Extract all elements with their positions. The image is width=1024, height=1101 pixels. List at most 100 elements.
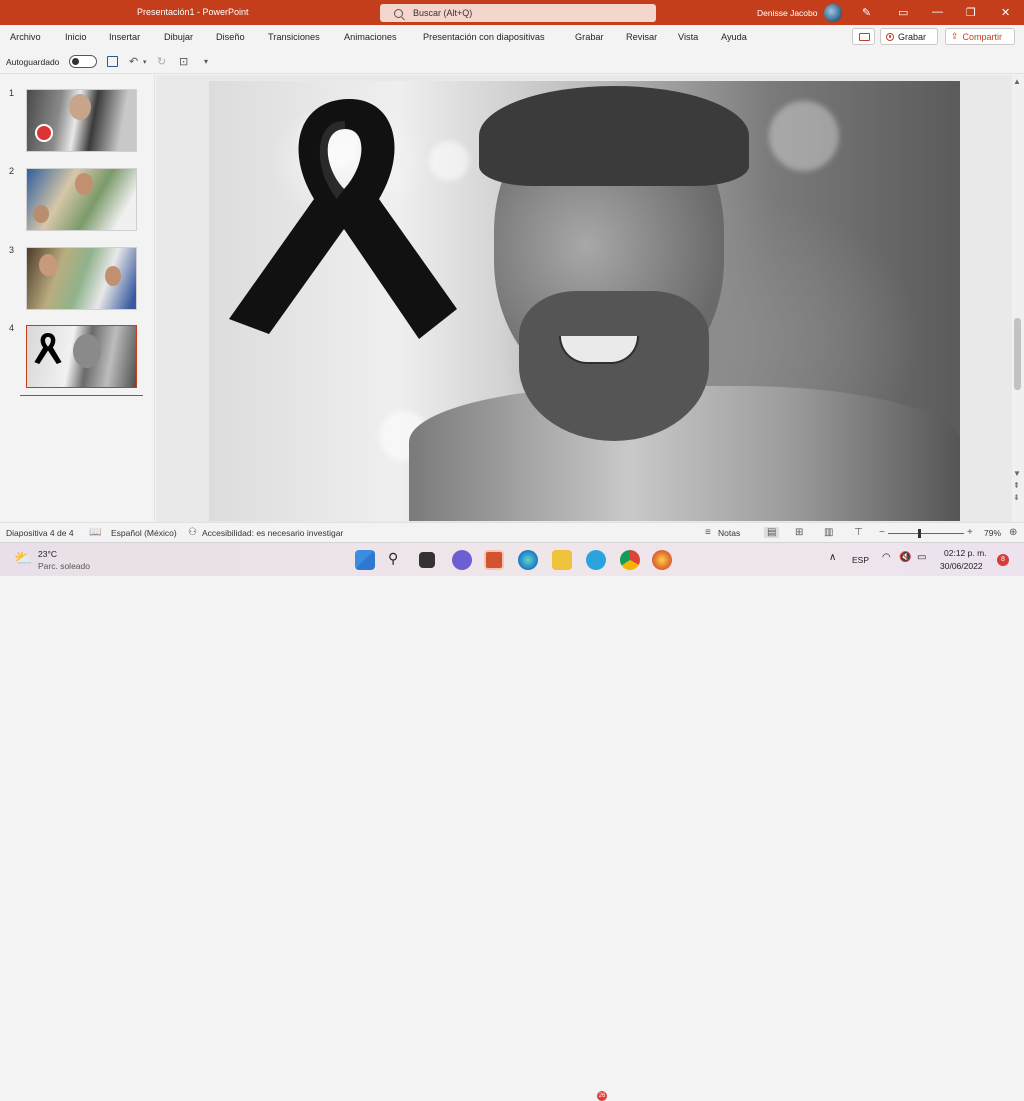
undo-icon[interactable]: ↶ [129,55,138,68]
telegram-icon[interactable] [586,550,606,570]
tab-grabar[interactable]: Grabar [575,32,604,42]
thumbnail-image [73,334,101,368]
tab-animaciones[interactable]: Animaciones [344,32,397,42]
pen-icon[interactable]: ✎ [862,6,871,19]
edge-icon[interactable] [518,550,538,570]
search-taskbar-icon[interactable]: ⚲ [388,550,398,567]
notification-badge[interactable]: 8 [997,554,1009,566]
tab-presentacion[interactable]: Presentación con diapositivas [423,32,545,42]
thumbnail-image [33,205,49,223]
language-status[interactable]: Español (México) [111,528,177,538]
thumbnail-image [75,173,93,195]
zoom-out-icon[interactable]: − [879,527,885,538]
powerpoint-taskbar-icon[interactable] [484,550,504,570]
weather-temperature[interactable]: 23°C [38,549,57,559]
battery-icon[interactable]: ▭ [917,552,926,563]
input-language[interactable]: ESP [852,555,869,565]
tab-dibujar[interactable]: Dibujar [164,32,193,42]
scroll-down-icon[interactable]: ▼ [1013,469,1021,478]
clock-date[interactable]: 30/06/2022 [940,561,983,571]
share-label: Compartir [962,31,1003,42]
notes-button[interactable]: Notas [718,528,740,538]
status-bar: Diapositiva 4 de 4 📖 Español (México) ⚇ … [0,522,1024,542]
slide-thumbnail-3[interactable] [26,247,137,310]
normal-view-icon[interactable]: ▤ [764,527,780,538]
slide-thumbnail-2[interactable] [26,168,137,231]
zoom-in-icon[interactable]: + [967,527,973,538]
quick-access-toolbar: Autoguardado ↶ ▾ ↻ ⊡ ▾ [0,49,1024,74]
search-icon [394,8,403,18]
next-slide-icon[interactable]: ⇟ [1013,493,1020,502]
thumbnail-image [39,254,57,276]
slide-thumbnail-1[interactable] [26,89,137,152]
thumbnail-image [69,94,91,120]
autosave-toggle[interactable] [69,55,97,68]
slide-sorter-icon[interactable]: ⊞ [795,527,803,538]
share-icon: ⇪ [951,31,959,41]
tab-vista[interactable]: Vista [678,32,698,42]
redo-icon[interactable]: ↻ [157,55,166,68]
chrome-icon[interactable] [620,550,640,570]
accessibility-status[interactable]: Accesibilidad: es necesario investigar [202,528,343,538]
comments-button[interactable] [852,28,875,45]
tab-archivo[interactable]: Archivo [10,32,41,42]
reading-view-icon[interactable]: ▥ [824,527,833,538]
user-name[interactable]: Denisse Jacobo [757,8,817,18]
search-box[interactable]: Buscar (Alt+Q) [380,4,656,22]
scroll-up-icon[interactable]: ▲ [1013,77,1021,86]
volume-icon[interactable]: 🔇 [899,552,911,563]
slideshow-icon[interactable]: ⊤ [854,527,863,538]
share-button[interactable]: ⇪ Compartir [945,28,1015,45]
background-image [769,101,839,171]
clock-time[interactable]: 02:12 p. m. [944,548,987,558]
slide-thumbnail-4[interactable] [26,325,137,388]
accessibility-icon[interactable]: ⚇ [188,527,197,538]
black-ribbon-icon[interactable] [229,89,459,344]
spelling-icon[interactable]: 📖 [89,527,101,538]
file-explorer-icon[interactable] [552,550,572,570]
tab-inicio[interactable]: Inicio [65,32,86,42]
firefox-icon[interactable] [652,550,672,570]
tab-diseno[interactable]: Diseño [216,32,245,42]
weather-icon[interactable]: ⛅ [14,549,33,567]
save-icon[interactable] [107,56,118,67]
scrollbar-thumb[interactable] [1014,318,1021,390]
photo-person [479,86,749,186]
zoom-slider-handle[interactable] [918,529,921,538]
tab-revisar[interactable]: Revisar [626,32,657,42]
customize-qat-icon[interactable]: ▾ [204,57,208,66]
present-from-start-icon[interactable]: ⊡ [179,55,188,68]
ribbon-display-icon[interactable]: ▭ [898,6,908,19]
photo-person [519,291,709,441]
awareness-ribbon-icon [34,332,62,365]
wifi-icon[interactable]: ◠ [882,552,891,563]
close-icon[interactable]: ✕ [1001,6,1010,19]
previous-slide-icon[interactable]: ⇞ [1013,481,1020,490]
tab-transiciones[interactable]: Transiciones [268,32,320,42]
search-placeholder: Buscar (Alt+Q) [413,8,473,18]
tab-insertar[interactable]: Insertar [109,32,140,42]
show-hidden-icons-icon[interactable]: ∧ [829,552,836,563]
record-button[interactable]: Grabar [880,28,938,45]
slide-insert-indicator [20,395,143,396]
start-icon[interactable] [355,550,375,570]
taskbar: ⛅ 23°C Parc. soleado ⚲ 26 ∧ ESP ◠ 🔇 ▭ 02… [0,542,1024,1101]
avatar[interactable] [824,4,842,22]
autosave-label: Autoguardado [6,57,60,67]
tab-ayuda[interactable]: Ayuda [721,32,747,42]
fit-to-window-icon[interactable]: ⊕ [1009,527,1017,538]
record-label: Grabar [898,31,927,42]
zoom-slider[interactable] [888,533,964,534]
title-bar: Presentación1 - PowerPoint Buscar (Alt+Q… [0,0,1024,25]
minimize-icon[interactable]: — [932,6,943,18]
notes-icon[interactable]: ≡ [705,527,711,538]
weather-condition[interactable]: Parc. soleado [38,561,90,571]
chat-icon[interactable] [452,550,472,570]
zoom-level[interactable]: 79% [984,528,1001,538]
restore-icon[interactable]: ❐ [966,6,976,19]
task-view-icon[interactable] [419,552,435,568]
thumbnail-image [105,266,121,286]
current-slide[interactable] [209,81,960,521]
vertical-scrollbar[interactable]: ▲ ▼ ⇞ ⇟ [1012,75,1024,522]
undo-dropdown-icon[interactable]: ▾ [143,58,147,66]
